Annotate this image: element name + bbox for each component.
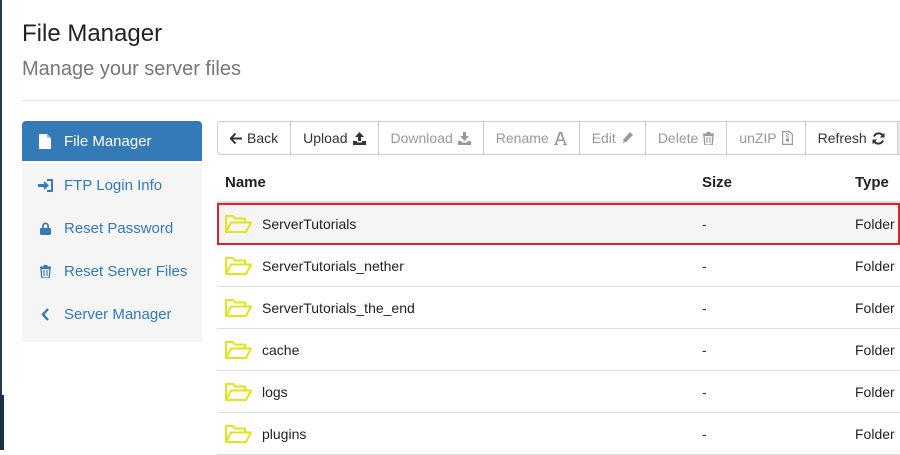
file-archive-icon (781, 131, 793, 145)
file-name-cell: ServerTutorials (217, 214, 702, 234)
pencil-icon (621, 132, 633, 144)
upload-button[interactable]: Upload (291, 122, 379, 154)
edit-button-label: Edit (591, 130, 616, 146)
file-name: plugins (262, 425, 307, 442)
upload-icon (352, 131, 366, 145)
file-type: Folder (855, 257, 895, 274)
delete-button-label: Delete (657, 130, 699, 146)
rename-button[interactable]: Rename (483, 122, 580, 154)
sidebar-item-label: File Manager (64, 132, 152, 150)
unzip-button-label: unZIP (739, 130, 777, 146)
file-name: cache (262, 341, 300, 358)
download-button[interactable]: Download (378, 122, 484, 154)
sidebar-item-file-manager[interactable]: File Manager (22, 121, 202, 161)
table-row[interactable]: ServerTutorials_nether - Folder (217, 245, 900, 287)
back-button[interactable]: Back (218, 122, 292, 154)
folder-open-icon (225, 214, 252, 234)
folder-open-icon (225, 382, 252, 402)
page-title: File Manager (22, 20, 163, 47)
file-name-cell: ServerTutorials_the_end (217, 298, 702, 318)
folder-open-icon (225, 256, 252, 276)
file-toolbar: Back Upload Download Rename Edit Delete … (217, 121, 900, 155)
header-divider (22, 100, 900, 101)
sidebar-item-server-manager[interactable]: Server Manager (22, 293, 202, 336)
sidebar-nav: File Manager FTP Login Info Reset Passwo… (22, 121, 202, 342)
download-button-label: Download (390, 130, 453, 146)
file-name-cell: ServerTutorials_nether (217, 256, 702, 276)
file-size: - (702, 341, 707, 358)
file-size: - (702, 383, 707, 400)
table-row[interactable]: ServerTutorials_the_end - Folder (217, 287, 900, 329)
file-name-cell: plugins (217, 424, 702, 444)
file-type: Folder (855, 383, 895, 400)
refresh-button-label: Refresh (817, 130, 867, 146)
file-name: ServerTutorials_the_end (262, 299, 415, 316)
refresh-button[interactable]: Refresh (805, 122, 898, 154)
download-icon (457, 131, 471, 145)
sidebar-item-label: Reset Password (64, 220, 174, 237)
folder-open-icon (225, 340, 252, 360)
window-edge-dark (0, 395, 4, 450)
column-header-type[interactable]: Type (855, 174, 900, 191)
file-name-cell: logs (217, 382, 702, 402)
table-header: Name Size Type (217, 163, 900, 203)
sidebar-item-label: Reset Server Files (64, 263, 188, 280)
file-name: ServerTutorials (262, 215, 357, 232)
sidebar-item-label: Server Manager (64, 306, 172, 323)
file-name: logs (262, 383, 288, 400)
upload-button-label: Upload (303, 130, 348, 146)
file-type: Folder (855, 341, 895, 358)
font-icon (553, 131, 567, 145)
table-row[interactable]: cache - Folder (217, 329, 900, 371)
table-row[interactable]: logs - Folder (217, 371, 900, 413)
folder-open-icon (225, 424, 252, 444)
rename-button-label: Rename (495, 130, 549, 146)
unzip-button[interactable]: unZIP (727, 122, 806, 154)
trash-icon (703, 131, 715, 145)
delete-button[interactable]: Delete (645, 122, 728, 154)
sidebar-item-ftp-login-info[interactable]: FTP Login Info (22, 164, 202, 207)
sidebar-item-reset-server-files[interactable]: Reset Server Files (22, 250, 202, 293)
sidebar-list: FTP Login Info Reset Password Reset Serv… (22, 164, 202, 342)
file-type: Folder (855, 425, 895, 442)
file-size: - (702, 257, 707, 274)
page-subtitle: Manage your server files (22, 58, 241, 80)
trash-icon (36, 264, 54, 280)
sidebar-item-reset-password[interactable]: Reset Password (22, 207, 202, 250)
file-type: Folder (855, 299, 895, 316)
edit-button[interactable]: Edit (579, 122, 646, 154)
column-header-size[interactable]: Size (702, 174, 855, 191)
column-header-name[interactable]: Name (217, 174, 702, 191)
file-size: - (702, 215, 707, 232)
sidebar-item-label: FTP Login Info (64, 177, 163, 194)
refresh-icon (872, 131, 885, 145)
file-name: ServerTutorials_nether (262, 257, 404, 274)
chevron-left-icon (36, 307, 54, 323)
back-button-label: Back (247, 130, 279, 146)
file-name-cell: cache (217, 340, 702, 360)
table-row[interactable]: ServerTutorials - Folder (217, 203, 900, 245)
folder-open-icon (225, 298, 252, 318)
file-icon (36, 133, 54, 149)
file-table: Name Size Type ServerTutorials - Folder … (217, 163, 900, 455)
file-size: - (702, 425, 707, 442)
file-type: Folder (855, 215, 895, 232)
lock-icon (36, 221, 54, 237)
file-size: - (702, 299, 707, 316)
table-row[interactable]: plugins - Folder (217, 413, 900, 455)
sign-in-icon (36, 178, 54, 194)
arrow-left-icon (230, 132, 242, 144)
window-edge (0, 0, 2, 450)
